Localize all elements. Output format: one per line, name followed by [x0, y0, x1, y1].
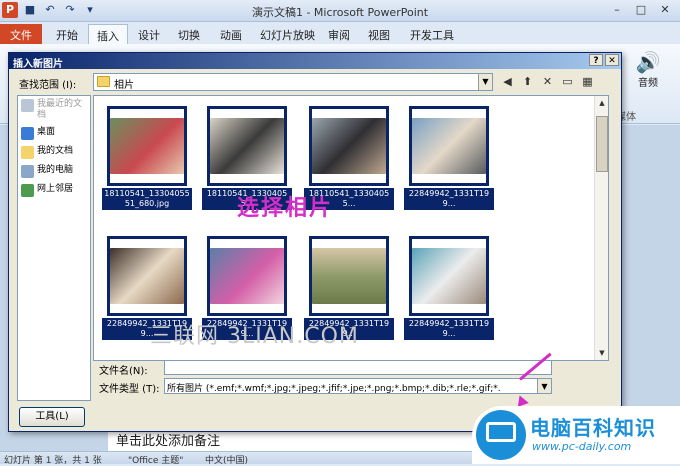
dialog-toolbar: ◀ ⬆ ✕ ▭ ▦ — [499, 73, 596, 90]
maximize-icon[interactable]: □ — [630, 2, 652, 18]
language-status: 中文(中国) — [205, 456, 249, 466]
scroll-down-icon[interactable]: ▼ — [595, 346, 608, 360]
window-controls: – □ ✕ — [606, 2, 676, 18]
photo-image — [210, 248, 284, 304]
filetype-dropdown[interactable]: 所有图片 (*.emf;*.wmf;*.jpg;*.jpeg;*.jfif;*.… — [164, 378, 552, 394]
desktop-icon — [21, 127, 34, 140]
window-title: 演示文稿1 - Microsoft PowerPoint — [251, 6, 429, 19]
new-folder-icon[interactable]: ▭ — [559, 73, 576, 90]
lookin-value: 相片 — [114, 80, 134, 91]
file-name: 18110541_1330405551_680.jpg — [102, 188, 192, 210]
photo-image — [412, 248, 486, 304]
file-name: 22849942_1331T199... — [404, 188, 494, 210]
place-desktop[interactable]: 桌面 — [18, 124, 90, 143]
up-folder-icon[interactable]: ⬆ — [519, 73, 536, 90]
tab-slideshow[interactable]: 幻灯片放映 — [252, 24, 323, 44]
file-list-scrollbar[interactable]: ▲ ▼ — [594, 96, 608, 360]
photo-image — [110, 248, 184, 304]
minimize-icon[interactable]: – — [606, 2, 628, 18]
recent-documents-icon — [21, 99, 34, 112]
photo-image — [412, 118, 486, 174]
network-places-icon — [21, 184, 34, 197]
audio-button[interactable]: 🔊 音频 — [630, 50, 666, 89]
place-my-computer[interactable]: 我的电脑 — [18, 162, 90, 181]
brand-logo: 电脑百科知识 www.pc-daily.com — [472, 406, 680, 464]
my-documents-icon — [21, 146, 34, 159]
monitor-icon — [486, 422, 516, 442]
file-thumbnail[interactable]: 22849942_1331T199... — [404, 106, 494, 210]
filetype-label: 文件类型 (T): — [99, 384, 160, 395]
lookin-dropdown[interactable]: 相片 ▼ — [93, 73, 493, 91]
help-icon[interactable]: ? — [589, 54, 603, 66]
place-my-documents[interactable]: 我的文档 — [18, 143, 90, 162]
tab-transitions[interactable]: 切换 — [170, 24, 208, 44]
photo-image — [312, 118, 386, 174]
my-computer-icon — [21, 165, 34, 178]
theme-status: "Office 主题" — [128, 456, 184, 466]
views-icon[interactable]: ▦ — [579, 73, 596, 90]
chevron-down-icon[interactable]: ▼ — [537, 379, 551, 393]
dialog-title-bar: 插入新图片 ? ✕ — [9, 53, 621, 70]
lookin-label: 查找范围 (I): — [19, 80, 77, 91]
brand-url: www.pc-daily.com — [532, 440, 632, 453]
places-bar: 我最近的文档 桌面 我的文档 我的电脑 网上邻居 — [17, 95, 91, 401]
tab-animations[interactable]: 动画 — [212, 24, 250, 44]
speaker-icon: 🔊 — [635, 50, 661, 74]
filename-input[interactable] — [164, 360, 552, 375]
dialog-close-icon[interactable]: ✕ — [605, 54, 619, 66]
folder-icon — [97, 76, 110, 87]
close-icon[interactable]: ✕ — [654, 2, 676, 18]
brand-name: 电脑百科知识 — [530, 416, 656, 440]
photo-image — [312, 248, 386, 304]
tab-insert[interactable]: 插入 — [88, 24, 128, 44]
tab-review[interactable]: 审阅 — [320, 24, 358, 44]
photo-image — [210, 118, 284, 174]
tab-developer[interactable]: 开发工具 — [402, 24, 462, 44]
insert-picture-dialog: 插入新图片 ? ✕ 查找范围 (I): 相片 ▼ ◀ ⬆ ✕ ▭ ▦ 我最近的文… — [8, 52, 622, 432]
file-thumbnail[interactable]: 18110541_1330405551_680.jpg — [102, 106, 192, 210]
file-thumbnail[interactable]: 22849942_1331T199... — [404, 236, 494, 340]
scrollbar-thumb[interactable] — [596, 116, 608, 172]
filetype-value: 所有图片 (*.emf;*.wmf;*.jpg;*.jpeg;*.jfif;*.… — [167, 384, 501, 394]
annotation-text: 选择相片 — [237, 196, 334, 221]
back-icon[interactable]: ◀ — [499, 73, 516, 90]
place-network[interactable]: 网上邻居 — [18, 181, 90, 200]
tab-view[interactable]: 视图 — [360, 24, 398, 44]
place-recent[interactable]: 我最近的文档 — [18, 96, 90, 124]
watermark: 三联网 3LIAN.COM — [150, 324, 359, 349]
scroll-up-icon[interactable]: ▲ — [595, 96, 608, 110]
audio-label: 音频 — [638, 78, 658, 89]
file-name: 22849942_1331T199... — [404, 318, 494, 340]
tools-button[interactable]: 工具(L) — [19, 407, 85, 427]
filename-label: 文件名(N): — [99, 366, 148, 377]
photo-image — [110, 118, 184, 174]
tab-file[interactable]: 文件 — [0, 24, 42, 44]
delete-icon[interactable]: ✕ — [539, 73, 556, 90]
title-bar: P ■ ↶ ↷ ▾ 演示文稿1 - Microsoft PowerPoint –… — [0, 0, 680, 22]
chevron-down-icon[interactable]: ▼ — [478, 74, 492, 90]
slide-count-status: 幻灯片 第 1 张，共 1 张 — [4, 456, 102, 466]
ribbon-tabs: 文件 开始 插入 设计 切换 动画 幻灯片放映 审阅 视图 开发工具 — [0, 22, 680, 44]
tab-design[interactable]: 设计 — [130, 24, 168, 44]
dialog-title: 插入新图片 — [13, 59, 63, 70]
tab-home[interactable]: 开始 — [48, 24, 86, 44]
